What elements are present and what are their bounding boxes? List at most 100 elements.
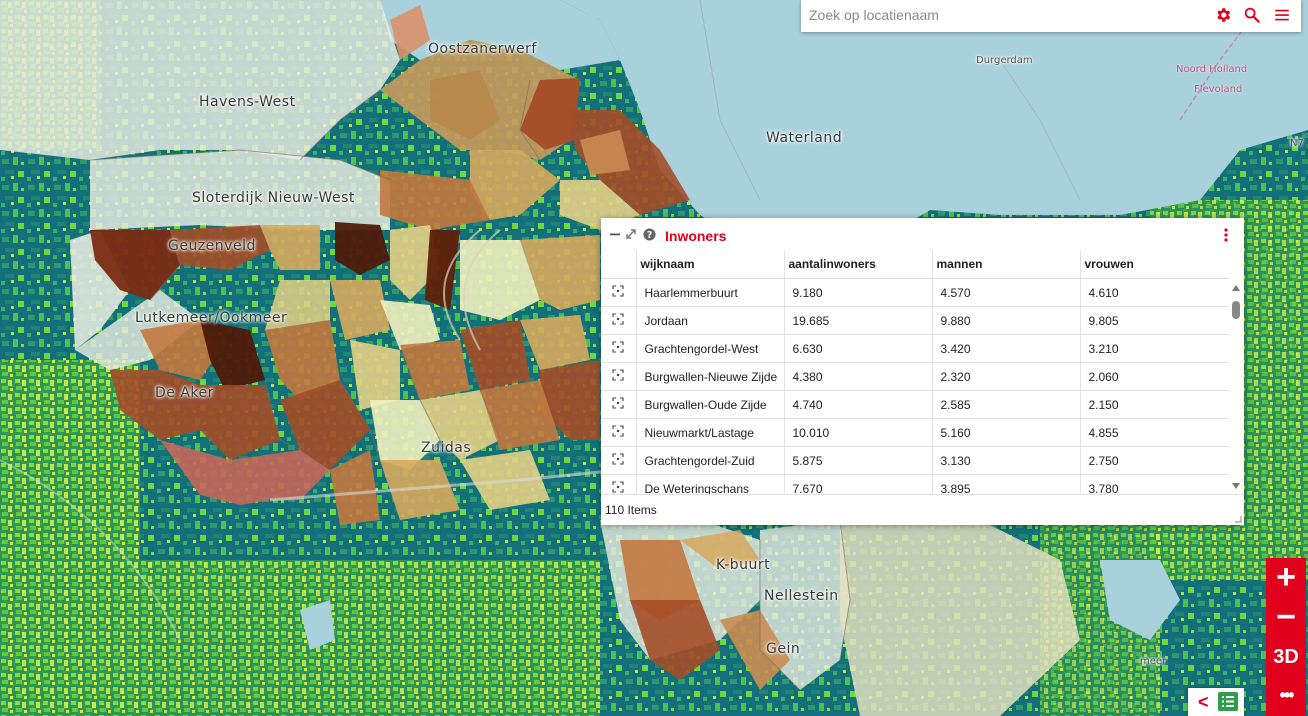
zoom-to-feature-icon[interactable] — [601, 306, 637, 335]
cell-vrouwen: 2.750 — [1080, 446, 1229, 475]
help-icon[interactable]: ? — [642, 227, 656, 241]
map-label-geuzenveld: Geuzenveld — [168, 238, 256, 254]
search-icon[interactable] — [1241, 4, 1263, 26]
map-label-de-aker: De Aker — [155, 385, 214, 401]
menu-icon[interactable] — [1271, 4, 1293, 26]
map-label-noord-holland: Noord Holland — [1176, 64, 1248, 75]
map-label-n7: N7 — [1290, 138, 1304, 149]
scroll-thumb — [1232, 301, 1240, 319]
cell-mannen: 3.420 — [932, 334, 1081, 363]
cell-vrouwen: 2.150 — [1080, 390, 1229, 419]
panel-header: ? Inwoners — [601, 218, 1244, 250]
cell-aantalinwoners: 9.180 — [784, 278, 933, 307]
table-scrollbar[interactable] — [1230, 281, 1242, 493]
map-label-waterland: Waterland — [766, 130, 843, 146]
more-tools-button[interactable]: ••• — [1266, 676, 1306, 714]
zoom-to-feature-icon[interactable] — [601, 474, 637, 494]
table-header-row: wijknaam aantalinwoners mannen vrouwen — [601, 250, 1229, 279]
cell-aantalinwoners: 4.740 — [784, 390, 933, 419]
zoom-to-feature-icon[interactable] — [601, 418, 637, 447]
cell-aantalinwoners: 10.010 — [784, 418, 933, 447]
cell-wijknaam: Jordaan — [636, 306, 785, 335]
cell-wijknaam: Grachtengordel-West — [636, 334, 785, 363]
cell-aantalinwoners: 19.685 — [784, 306, 933, 335]
attribute-table-panel: ? Inwoners wijknaam aantalinwoners manne… — [601, 218, 1244, 525]
cell-mannen: 2.320 — [932, 362, 1081, 391]
map-label-gein: Gein — [766, 641, 801, 657]
table-row[interactable]: Jordaan 19.685 9.880 9.805 — [601, 306, 1229, 335]
collapse-button[interactable]: < — [1198, 692, 1209, 713]
zoom-in-button[interactable]: + — [1266, 558, 1306, 596]
zoom-column-header — [601, 250, 637, 279]
legend-toggle[interactable]: < — [1188, 688, 1244, 716]
cell-aantalinwoners: 5.875 — [784, 446, 933, 475]
cell-aantalinwoners: 4.380 — [784, 362, 933, 391]
cell-mannen: 3.130 — [932, 446, 1081, 475]
panel-footer: 110 Items — [601, 494, 1244, 526]
scroll-up-arrow — [1232, 285, 1240, 291]
map-label-havens-west: Havens-West — [199, 94, 296, 110]
map-label-k-buurt: K-buurt — [716, 557, 771, 573]
more-options-icon[interactable] — [1219, 228, 1233, 242]
cell-mannen: 2.585 — [932, 390, 1081, 419]
attribute-table: wijknaam aantalinwoners mannen vrouwen H… — [601, 250, 1229, 494]
column-header-wijknaam[interactable]: wijknaam — [636, 250, 785, 279]
zoom-to-feature-icon[interactable] — [601, 278, 637, 307]
zoom-to-feature-icon[interactable] — [601, 446, 637, 475]
cell-wijknaam: Nieuwmarkt/Lastage — [636, 418, 785, 447]
map-label-zuidas: Zuidas — [421, 440, 472, 456]
map-label-durgerdam: Durgerdam — [976, 55, 1033, 66]
table-row[interactable]: Grachtengordel-West 6.630 3.420 3.210 — [601, 334, 1229, 363]
column-header-mannen[interactable]: mannen — [932, 250, 1081, 279]
map-label-flevoland: Flevoland — [1194, 84, 1243, 95]
cell-wijknaam: De Weteringschans — [636, 474, 785, 494]
svg-text:?: ? — [646, 229, 651, 240]
zoom-out-button[interactable]: − — [1266, 598, 1306, 636]
cell-vrouwen: 2.060 — [1080, 362, 1229, 391]
data-grid[interactable]: wijknaam aantalinwoners mannen vrouwen H… — [601, 250, 1229, 494]
cell-vrouwen: 3.210 — [1080, 334, 1229, 363]
table-row[interactable]: Nieuwmarkt/Lastage 10.010 5.160 4.855 — [601, 418, 1229, 447]
cell-vrouwen: 9.805 — [1080, 306, 1229, 335]
map-label-oostzanerwerf: Oostzanerwerf — [428, 41, 537, 57]
map-label-lutkemeer: Lutkemeer/Ookmeer — [135, 310, 288, 326]
cell-wijknaam: Burgwallen-Nieuwe Zijde — [636, 362, 785, 391]
table-row[interactable]: Burgwallen-Nieuwe Zijde 4.380 2.320 2.060 — [601, 362, 1229, 391]
cell-wijknaam: Burgwallen-Oude Zijde — [636, 390, 785, 419]
cell-vrouwen: 3.780 — [1080, 474, 1229, 494]
column-header-vrouwen[interactable]: vrouwen — [1080, 250, 1229, 279]
cell-aantalinwoners: 7.670 — [784, 474, 933, 494]
cell-aantalinwoners: 6.630 — [784, 334, 933, 363]
cell-vrouwen: 4.610 — [1080, 278, 1229, 307]
map-controls: + − 3D ••• — [1266, 558, 1306, 716]
search-bar — [801, 0, 1301, 32]
scroll-down-arrow — [1232, 483, 1240, 489]
cell-mannen: 9.880 — [932, 306, 1081, 335]
table-row[interactable]: Haarlemmerbuurt 9.180 4.570 4.610 — [601, 278, 1229, 307]
map-label-sloterdijk: Sloterdijk Nieuw-West — [192, 190, 355, 206]
zoom-to-feature-icon[interactable] — [601, 362, 637, 391]
zoom-to-feature-icon[interactable] — [601, 334, 637, 363]
gear-icon[interactable] — [1212, 4, 1234, 26]
cell-wijknaam: Grachtengordel-Zuid — [636, 446, 785, 475]
map-label-meer: meer — [1140, 656, 1167, 667]
location-search-input[interactable] — [801, 0, 1207, 30]
cell-vrouwen: 4.855 — [1080, 418, 1229, 447]
zoom-to-feature-icon[interactable] — [601, 390, 637, 419]
table-row[interactable]: De Weteringschans 7.670 3.895 3.780 — [601, 474, 1229, 494]
cell-wijknaam: Haarlemmerbuurt — [636, 278, 785, 307]
resize-handle-icon[interactable] — [1234, 515, 1242, 523]
3d-toggle-button[interactable]: 3D — [1266, 638, 1306, 676]
cell-mannen: 4.570 — [932, 278, 1081, 307]
table-row[interactable]: Burgwallen-Oude Zijde 4.740 2.585 2.150 — [601, 390, 1229, 419]
cell-mannen: 3.895 — [932, 474, 1081, 494]
column-header-aantalinwoners[interactable]: aantalinwoners — [784, 250, 933, 279]
panel-title: Inwoners — [665, 228, 727, 244]
cell-mannen: 5.160 — [932, 418, 1081, 447]
items-count: 110 Items — [605, 503, 657, 517]
minimize-icon[interactable] — [608, 227, 622, 241]
expand-icon[interactable] — [624, 227, 638, 241]
list-icon[interactable] — [1218, 692, 1238, 711]
map-label-nellestein: Nellestein — [764, 588, 839, 604]
table-row[interactable]: Grachtengordel-Zuid 5.875 3.130 2.750 — [601, 446, 1229, 475]
